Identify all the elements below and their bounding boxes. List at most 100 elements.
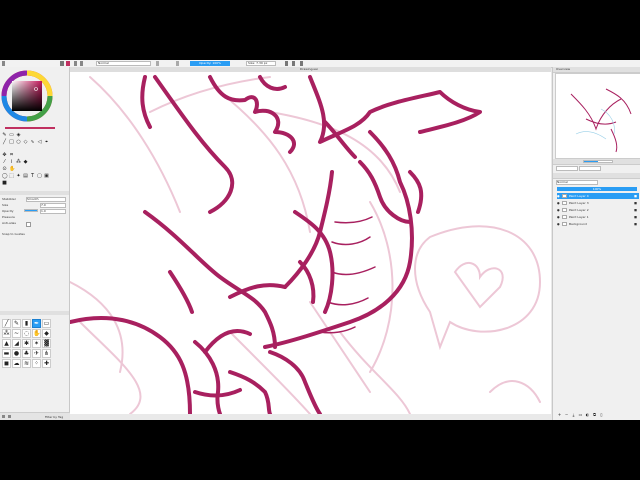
curve-icon[interactable]: ∿ [30, 140, 35, 145]
layer-row[interactable]: ● Background ■ [557, 221, 639, 227]
brush-preset-grass[interactable]: ⋔ [42, 349, 51, 358]
document-tab-title[interactable]: Drawing.sai [300, 67, 318, 71]
undo-icon[interactable] [74, 61, 77, 66]
antialias-checkbox[interactable] [26, 222, 31, 227]
settings-icon[interactable] [156, 61, 159, 66]
layer-row[interactable]: ● Paint Layer 4 ■ [557, 193, 639, 199]
duplicate-icon[interactable]: ⧉ [592, 412, 597, 417]
brush-preset-flat[interactable]: ▬ [2, 349, 11, 358]
crop-icon[interactable]: ⌗ [9, 153, 14, 158]
airbrush-icon[interactable]: ⁂ [16, 160, 21, 165]
layer-row[interactable]: ● Paint Layer 2 ■ [557, 207, 639, 213]
lock-icon[interactable]: ■ [634, 221, 637, 227]
delete-layer-icon[interactable]: − [564, 412, 569, 417]
eye-icon[interactable]: ● [557, 214, 560, 220]
brush-preset-hair[interactable]: ≋ [22, 359, 31, 368]
tag-icon[interactable] [8, 415, 11, 418]
zoom-input[interactable] [556, 166, 578, 171]
gradient-icon[interactable]: ▤ [23, 174, 28, 179]
rotate-icon[interactable] [292, 61, 295, 66]
mask-icon[interactable]: ▣ [44, 174, 49, 179]
stabilizer-select[interactable]: Smooth [26, 197, 66, 202]
ellipse-icon[interactable]: ○ [16, 140, 21, 145]
brush-preset-fill[interactable]: ◆ [42, 329, 51, 338]
size-input[interactable]: 7.0 [40, 203, 66, 208]
brush-preset-pen[interactable]: ✎ [12, 319, 21, 328]
overview-thumbnail[interactable] [555, 73, 640, 159]
size-readout[interactable]: Size: 7.39 px [246, 61, 276, 66]
lock-icon[interactable] [176, 61, 179, 66]
brush-preset-ink[interactable]: ✒ [32, 319, 41, 328]
eye-icon[interactable]: ● [557, 207, 560, 213]
layer-opacity-bar[interactable]: 100% [557, 187, 637, 191]
frame-icon[interactable]: ▢ [37, 174, 42, 179]
bucket-icon[interactable]: ◆ [23, 160, 28, 165]
shape-icon[interactable]: ◁ [37, 140, 42, 145]
eye-icon[interactable]: ● [557, 221, 560, 227]
brush-preset-cloud[interactable]: ☁ [12, 359, 21, 368]
rotation-input[interactable] [579, 166, 601, 171]
reset-icon[interactable] [300, 61, 303, 66]
pin-icon[interactable]: ⌖ [44, 140, 49, 145]
menu-icon[interactable] [2, 61, 5, 66]
pen-icon[interactable]: ✎ [2, 133, 7, 138]
brush-preset-crayon[interactable]: ▲ [2, 339, 11, 348]
filter-by-tag[interactable]: Filter by Tag [45, 415, 63, 419]
color-wheel[interactable] [0, 69, 54, 123]
text-icon[interactable]: T [30, 174, 35, 179]
lasso-icon[interactable]: ◯ [2, 174, 8, 179]
folder-icon[interactable]: ▭ [578, 412, 583, 417]
brush-preset-blur[interactable]: ◌ [22, 329, 31, 338]
brush-preset-spray[interactable]: ⁘ [32, 359, 41, 368]
drawing-canvas[interactable] [70, 72, 551, 414]
merge-icon[interactable]: ⤓ [571, 412, 576, 417]
brush-name-field[interactable]: Normal [96, 61, 151, 66]
brush-icon[interactable]: ⅰ [9, 160, 14, 165]
line-icon[interactable]: ╱ [2, 140, 7, 145]
lock-icon[interactable]: ■ [634, 214, 637, 220]
add-tag-icon[interactable] [2, 415, 5, 418]
zoom-icon[interactable]: ⊙ [2, 167, 7, 172]
redo-icon[interactable] [80, 61, 83, 66]
trash-icon[interactable]: ▯ [599, 412, 604, 417]
layer-row[interactable]: ● Paint Layer 3 ■ [557, 200, 639, 206]
stamp-icon[interactable]: ■ [2, 181, 7, 186]
brush-preset-chalk[interactable]: ◢ [12, 339, 21, 348]
eyedropper-icon[interactable]: ⁄ [2, 160, 7, 165]
brush-preset-leaf[interactable]: ♣ [22, 349, 31, 358]
zoom-slider[interactable] [583, 160, 613, 163]
layer-row[interactable]: ● Paint Layer 1 ■ [557, 214, 639, 220]
opacity-input[interactable]: 1.0 [40, 209, 66, 214]
opacity-slider[interactable] [24, 209, 38, 212]
move-icon[interactable]: ✥ [2, 153, 7, 158]
fill-icon[interactable]: ◈ [16, 133, 21, 138]
brush-preset-airbrush[interactable]: ⁂ [2, 329, 11, 338]
brush-preset-pencil[interactable]: ╱ [2, 319, 11, 328]
eye-icon[interactable]: ● [557, 193, 560, 199]
rect-icon[interactable]: □ [9, 140, 14, 145]
brush-preset-round[interactable]: ● [12, 349, 21, 358]
opacity-tab[interactable]: Opacity: 100% [190, 61, 230, 66]
brush-preset-water[interactable]: ~ [12, 329, 21, 338]
blend-mode-select[interactable]: Normal [556, 180, 598, 185]
lock-icon[interactable]: ■ [634, 193, 637, 199]
select-icon[interactable]: ⬚ [9, 174, 14, 179]
new-layer-icon[interactable]: + [557, 412, 562, 417]
brush-preset-smudge[interactable]: ✋ [32, 329, 41, 338]
eraser-icon[interactable]: ▭ [9, 133, 14, 138]
flip-icon[interactable] [285, 61, 288, 66]
polygon-icon[interactable]: ◇ [23, 140, 28, 145]
current-color-bar[interactable] [5, 127, 55, 129]
magic-wand-icon[interactable]: ✦ [16, 174, 21, 179]
brush-preset-bird[interactable]: ✈ [32, 349, 41, 358]
hand-icon[interactable]: ✋ [9, 167, 15, 172]
brush-preset-rock[interactable]: ◼ [2, 359, 11, 368]
brush-preset-icon[interactable] [60, 61, 64, 66]
lock-icon[interactable]: ■ [634, 207, 637, 213]
eye-icon[interactable]: ● [557, 200, 560, 206]
lock-icon[interactable]: ■ [634, 200, 637, 206]
mask-icon[interactable]: ◐ [585, 412, 590, 417]
brush-preset-star[interactable]: ✱ [22, 339, 31, 348]
brush-preset-eraser[interactable]: ▭ [42, 319, 51, 328]
color-swatch-icon[interactable] [66, 61, 70, 66]
